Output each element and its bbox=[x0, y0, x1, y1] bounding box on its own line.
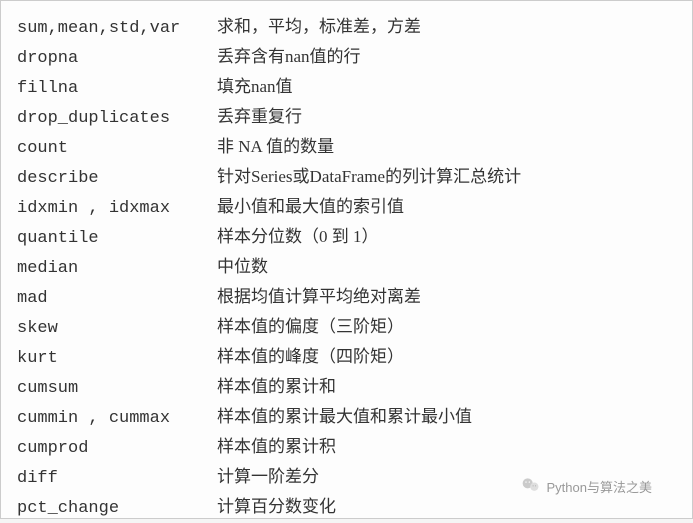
function-name: cumprod bbox=[17, 435, 217, 463]
function-name: drop_duplicates bbox=[17, 105, 217, 133]
table-row: kurt 样本值的峰度（四阶矩） bbox=[17, 343, 676, 373]
table-row: fillna 填充nan值 bbox=[17, 73, 676, 103]
function-name: quantile bbox=[17, 225, 217, 253]
function-name: skew bbox=[17, 315, 217, 343]
function-name: cumsum bbox=[17, 375, 217, 403]
function-desc: 计算一阶差分 bbox=[217, 463, 319, 491]
function-desc: 样本值的累计最大值和累计最小值 bbox=[217, 403, 472, 431]
table-row: skew 样本值的偏度（三阶矩） bbox=[17, 313, 676, 343]
table-row: count 非 NA 值的数量 bbox=[17, 133, 676, 163]
function-name: kurt bbox=[17, 345, 217, 373]
function-name: cummin , cummax bbox=[17, 405, 217, 433]
reference-table: sum,mean,std,var 求和，平均，标准差，方差 dropna 丢弃含… bbox=[0, 0, 693, 519]
function-name: fillna bbox=[17, 75, 217, 103]
function-desc: 丢弃含有nan值的行 bbox=[217, 43, 361, 71]
function-desc: 计算百分数变化 bbox=[217, 493, 336, 521]
table-row: diff 计算一阶差分 bbox=[17, 463, 676, 493]
function-desc: 样本值的累计积 bbox=[217, 433, 336, 461]
table-row: cummin , cummax 样本值的累计最大值和累计最小值 bbox=[17, 403, 676, 433]
table-row: sum,mean,std,var 求和，平均，标准差，方差 bbox=[17, 13, 676, 43]
table-row: quantile 样本分位数（0 到 1） bbox=[17, 223, 676, 253]
table-row: cumsum 样本值的累计和 bbox=[17, 373, 676, 403]
function-name: mad bbox=[17, 285, 217, 313]
table-row: describe 针对Series或DataFrame的列计算汇总统计 bbox=[17, 163, 676, 193]
function-desc: 非 NA 值的数量 bbox=[217, 133, 334, 161]
function-name: sum,mean,std,var bbox=[17, 15, 217, 43]
function-desc: 样本值的峰度（四阶矩） bbox=[217, 343, 404, 371]
table-row: mad 根据均值计算平均绝对离差 bbox=[17, 283, 676, 313]
function-desc: 中位数 bbox=[217, 253, 268, 281]
function-desc: 求和，平均，标准差，方差 bbox=[217, 13, 421, 41]
table-row: dropna 丢弃含有nan值的行 bbox=[17, 43, 676, 73]
table-row: median 中位数 bbox=[17, 253, 676, 283]
function-desc: 根据均值计算平均绝对离差 bbox=[217, 283, 421, 311]
table-row: drop_duplicates 丢弃重复行 bbox=[17, 103, 676, 133]
function-name: describe bbox=[17, 165, 217, 193]
table-row: idxmin , idxmax 最小值和最大值的索引值 bbox=[17, 193, 676, 223]
function-desc: 丢弃重复行 bbox=[217, 103, 302, 131]
function-name: median bbox=[17, 255, 217, 283]
table-row: cumprod 样本值的累计积 bbox=[17, 433, 676, 463]
function-name: idxmin , idxmax bbox=[17, 195, 217, 223]
function-desc: 样本分位数（0 到 1） bbox=[217, 223, 379, 251]
function-desc: 针对Series或DataFrame的列计算汇总统计 bbox=[217, 163, 521, 191]
function-name: dropna bbox=[17, 45, 217, 73]
function-desc: 填充nan值 bbox=[217, 73, 293, 101]
function-name: diff bbox=[17, 465, 217, 493]
function-desc: 样本值的累计和 bbox=[217, 373, 336, 401]
function-name: count bbox=[17, 135, 217, 163]
function-desc: 样本值的偏度（三阶矩） bbox=[217, 313, 404, 341]
function-desc: 最小值和最大值的索引值 bbox=[217, 193, 404, 221]
